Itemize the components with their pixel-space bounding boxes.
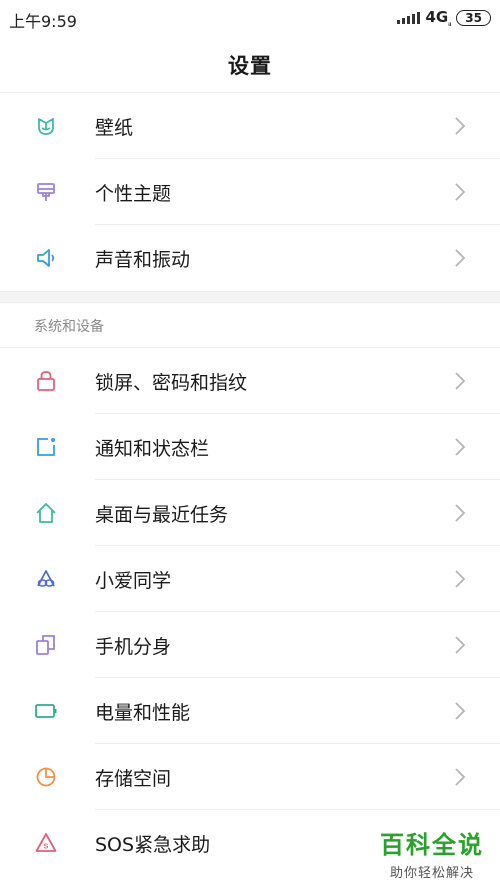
setting-battery[interactable]: 电量和性能 xyxy=(0,678,500,744)
chevron-right-icon xyxy=(455,504,466,522)
setting-theme[interactable]: 个性主题 xyxy=(0,159,500,225)
setting-lock-screen[interactable]: 锁屏、密码和指纹 xyxy=(0,348,500,414)
network-type: 4Gᵢₗ xyxy=(425,8,452,28)
lock-icon xyxy=(37,371,55,391)
setting-storage[interactable]: 存储空间 xyxy=(0,744,500,810)
setting-second-space[interactable]: 手机分身 xyxy=(0,612,500,678)
setting-label: 桌面与最近任务 xyxy=(95,504,229,526)
chevron-right-icon xyxy=(455,249,466,267)
setting-home-screen[interactable]: 桌面与最近任务 xyxy=(0,480,500,546)
setting-label: SOS紧急求助 xyxy=(95,834,211,856)
status-indicators: 4Gᵢₗ 35 xyxy=(397,8,491,28)
setting-label: 壁纸 xyxy=(95,117,134,139)
setting-label: 手机分身 xyxy=(95,636,172,658)
watermark-logo: 百科全说 助你轻松解决 xyxy=(380,825,484,881)
dual-phone-icon xyxy=(36,635,55,655)
pie-chart-icon xyxy=(36,767,56,787)
battery-icon xyxy=(35,704,57,718)
watermark-main: 百科全说 xyxy=(380,831,484,859)
section-gap xyxy=(0,291,500,303)
chevron-right-icon xyxy=(455,117,466,135)
setting-wallpaper[interactable]: 壁纸 xyxy=(0,93,500,159)
paint-brush-icon xyxy=(37,183,55,201)
setting-label: 电量和性能 xyxy=(95,702,191,724)
settings-group-personalization: 壁纸 个性主题 声音和振动 xyxy=(0,93,500,291)
settings-group-system: 锁屏、密码和指纹 通知和状态栏 桌面与最近任务 小爱同学 手机分身 电量和性能 … xyxy=(0,348,500,876)
speaker-icon xyxy=(37,249,55,267)
setting-label: 通知和状态栏 xyxy=(95,438,210,460)
xiaoai-icon xyxy=(37,570,55,587)
chevron-right-icon xyxy=(455,768,466,786)
setting-sound[interactable]: 声音和振动 xyxy=(0,225,500,291)
tulip-icon xyxy=(38,118,54,135)
setting-label: 声音和振动 xyxy=(95,249,191,271)
setting-xiaoai[interactable]: 小爱同学 xyxy=(0,546,500,612)
svg-text:S: S xyxy=(44,844,49,851)
battery-level: 35 xyxy=(456,10,491,26)
section-header: 系统和设备 xyxy=(0,303,500,348)
setting-label: 存储空间 xyxy=(95,768,172,790)
chevron-right-icon xyxy=(455,702,466,720)
header: 设置 xyxy=(0,34,500,93)
chevron-right-icon xyxy=(455,183,466,201)
sos-icon: S xyxy=(35,833,57,852)
setting-label: 小爱同学 xyxy=(95,570,172,592)
setting-label: 锁屏、密码和指纹 xyxy=(95,372,248,394)
setting-label: 个性主题 xyxy=(95,183,172,205)
chevron-right-icon xyxy=(455,570,466,588)
page-title: 设置 xyxy=(228,54,272,78)
setting-notifications[interactable]: 通知和状态栏 xyxy=(0,414,500,480)
watermark-sub: 助你轻松解决 xyxy=(389,866,474,881)
status-bar: 上午9:59 4Gᵢₗ 35 xyxy=(0,0,500,34)
home-icon xyxy=(36,503,56,523)
notification-icon xyxy=(37,438,55,456)
chevron-right-icon xyxy=(455,636,466,654)
signal-icon xyxy=(397,12,421,24)
chevron-right-icon xyxy=(455,372,466,390)
chevron-right-icon xyxy=(455,438,466,456)
section-title: 系统和设备 xyxy=(34,319,104,335)
status-time: 上午9:59 xyxy=(9,12,77,31)
